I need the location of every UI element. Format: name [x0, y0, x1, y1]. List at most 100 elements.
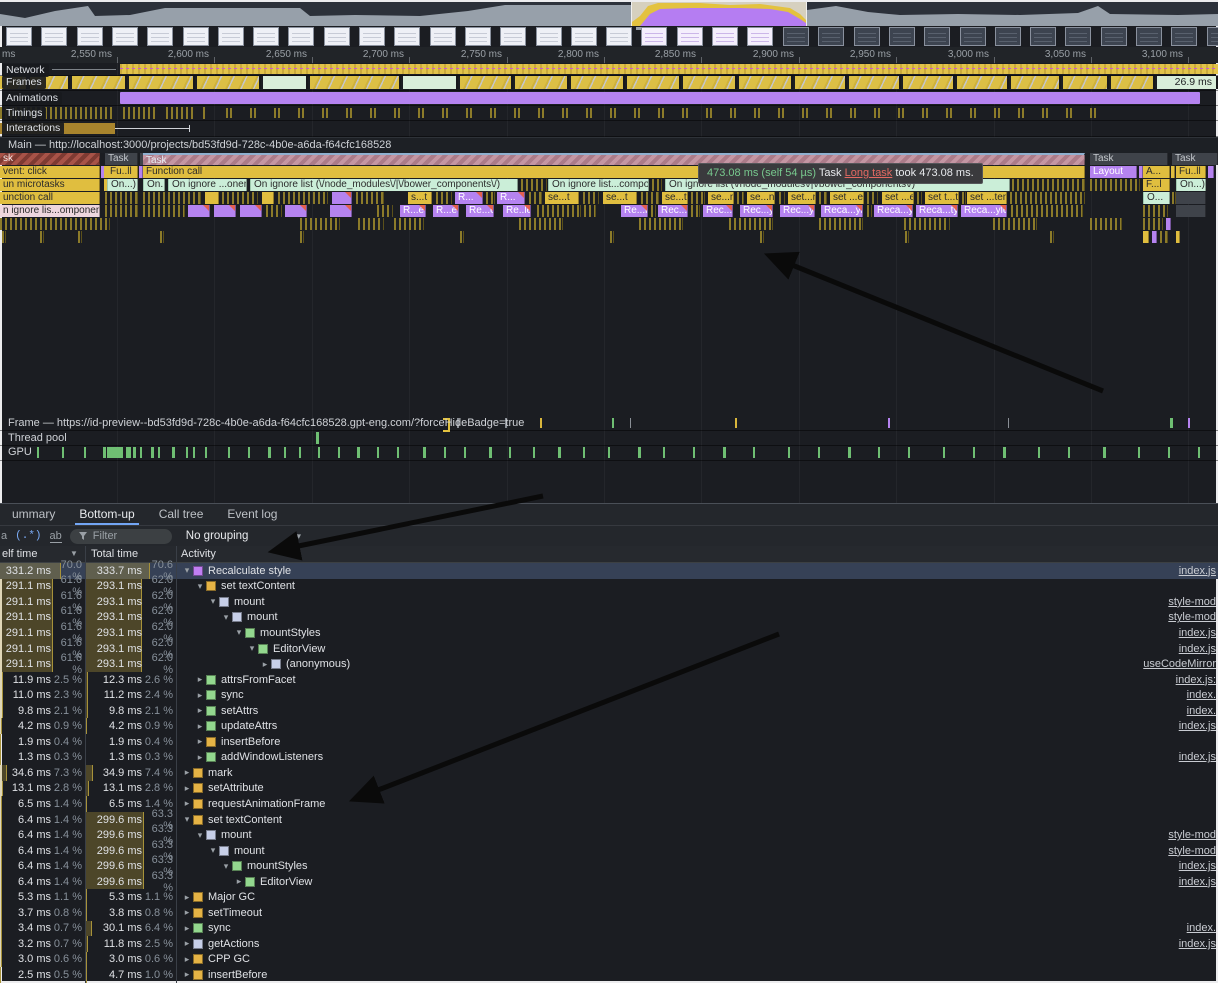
- flame-block[interactable]: [143, 205, 185, 217]
- expand-triangle-icon[interactable]: ▸: [181, 923, 193, 934]
- interactions-track[interactable]: Interactions: [0, 121, 1218, 137]
- flame-block[interactable]: [240, 205, 262, 217]
- expand-triangle-icon[interactable]: ▸: [194, 752, 206, 763]
- table-row[interactable]: 3.2 ms0.7 %11.8 ms2.5 %▸getActionsindex.…: [0, 936, 1218, 952]
- frame-cell[interactable]: [1063, 76, 1109, 89]
- sort-descending-icon[interactable]: ▼: [70, 549, 78, 558]
- frames-track-label[interactable]: Frames: [2, 76, 46, 89]
- table-row[interactable]: 5.3 ms1.1 %5.3 ms1.1 %▸Major GC: [0, 889, 1218, 905]
- flame-block-recayle[interactable]: Reca...yle: [874, 205, 913, 217]
- table-row[interactable]: 4.2 ms0.9 %4.2 ms0.9 %▸updateAttrsindex.…: [0, 718, 1218, 734]
- flame-block-settent[interactable]: set ...tent: [967, 192, 1007, 204]
- filmstrip-thumbnail[interactable]: [253, 27, 279, 46]
- table-row[interactable]: 6.4 ms1.4 %299.6 ms63.3 %▾set textConten…: [0, 812, 1218, 828]
- collapse-triangle-icon[interactable]: ▾: [233, 627, 245, 638]
- frame-cell[interactable]: [849, 76, 901, 89]
- filmstrip-thumbnail[interactable]: [924, 27, 950, 46]
- flame-block[interactable]: [1012, 179, 1085, 191]
- table-row[interactable]: 34.6 ms7.3 %34.9 ms7.4 %▸mark: [0, 765, 1218, 781]
- frame-cell[interactable]: [72, 76, 127, 89]
- flame-block-fl[interactable]: F...l: [1143, 179, 1170, 191]
- flame-block-recyle[interactable]: Rec...yle: [780, 205, 815, 217]
- flame-block[interactable]: [460, 231, 464, 243]
- source-link[interactable]: index.js: [1179, 860, 1216, 872]
- filmstrip-thumbnail[interactable]: [288, 27, 314, 46]
- filmstrip-thumbnail[interactable]: [430, 27, 456, 46]
- column-separator[interactable]: [176, 546, 177, 983]
- flame-block[interactable]: [436, 192, 452, 204]
- flame-block[interactable]: [222, 192, 258, 204]
- flame-block[interactable]: [78, 231, 82, 243]
- gpu-track[interactable]: GPU: [0, 445, 1218, 461]
- filmstrip-thumbnail[interactable]: [712, 27, 738, 46]
- source-link[interactable]: index.js: [1179, 876, 1216, 888]
- filmstrip-thumbnail[interactable]: [500, 27, 526, 46]
- match-case-icon[interactable]: a: [1, 530, 7, 542]
- expand-triangle-icon[interactable]: ▸: [181, 783, 193, 794]
- flame-block[interactable]: [1050, 231, 1054, 243]
- source-link[interactable]: index.js: [1179, 565, 1216, 577]
- table-row[interactable]: 331.2 ms70.0 %333.7 ms70.6 %▾Recalculate…: [0, 563, 1218, 579]
- flame-block[interactable]: [1011, 205, 1083, 217]
- thread-pool-track[interactable]: Thread pool: [0, 431, 1218, 446]
- column-total-time[interactable]: Total time: [91, 548, 138, 560]
- source-link[interactable]: index.js: [1179, 938, 1216, 950]
- table-row[interactable]: 13.1 ms2.8 %13.1 ms2.8 %▸setAttribute: [0, 781, 1218, 797]
- filmstrip-thumbnail[interactable]: [571, 27, 597, 46]
- flame-block[interactable]: [2, 231, 6, 243]
- flame-block[interactable]: [737, 192, 744, 204]
- timings-track[interactable]: Timings: [0, 106, 1218, 121]
- flame-block-sent[interactable]: se...nt: [747, 192, 775, 204]
- filmstrip-thumbnail[interactable]: [783, 27, 809, 46]
- flame-block[interactable]: [266, 205, 282, 217]
- source-link[interactable]: index.js: [1179, 720, 1216, 732]
- flame-block[interactable]: [377, 205, 393, 217]
- flame-block[interactable]: [760, 231, 764, 243]
- flame-block[interactable]: [905, 231, 909, 243]
- expand-triangle-icon[interactable]: ▸: [194, 690, 206, 701]
- flame-block[interactable]: [652, 179, 662, 191]
- tab-ummary[interactable]: ummary: [0, 504, 67, 525]
- cpu-overview-minimap[interactable]: [0, 2, 1218, 26]
- flame-block-task[interactable]: Task: [105, 153, 138, 165]
- expand-triangle-icon[interactable]: ▸: [181, 798, 193, 809]
- flame-block[interactable]: [330, 205, 352, 217]
- source-link[interactable]: index.js: [1179, 627, 1216, 639]
- flame-block[interactable]: [529, 192, 542, 204]
- flame-block[interactable]: [691, 205, 700, 217]
- flame-block-setnt[interactable]: set...nt: [788, 192, 816, 204]
- table-row[interactable]: 6.4 ms1.4 %299.6 ms63.3 %▾mountstyle-mod: [0, 827, 1218, 843]
- filmstrip-thumbnail[interactable]: [465, 27, 491, 46]
- flame-block[interactable]: [641, 192, 659, 204]
- frame-cell[interactable]: [903, 76, 955, 89]
- flame-block[interactable]: [1010, 192, 1085, 204]
- expand-triangle-icon[interactable]: ▸: [181, 954, 193, 965]
- frame-cell[interactable]: [515, 76, 569, 89]
- frame-cell[interactable]: [795, 76, 847, 89]
- flame-block[interactable]: [205, 192, 219, 204]
- flame-block-onignorelistcomponents[interactable]: On ignore list...components\/): [548, 179, 649, 191]
- source-link[interactable]: index.: [1187, 689, 1216, 701]
- frame-track[interactable]: Frame — https://id-preview--bd53fd9d-728…: [0, 416, 1218, 431]
- flame-block[interactable]: [1166, 218, 1171, 230]
- network-requests-bar[interactable]: [120, 64, 1218, 74]
- flame-block[interactable]: [300, 231, 304, 243]
- flame-block[interactable]: [537, 205, 581, 217]
- regex-icon[interactable]: (.*): [15, 530, 41, 542]
- flame-block-setent[interactable]: set ...ent: [830, 192, 864, 204]
- frame-cell[interactable]: [627, 76, 681, 89]
- flame-block-recyle[interactable]: Rec...yle: [740, 205, 773, 217]
- tab-bottom-up[interactable]: Bottom-up: [67, 504, 146, 525]
- flame-block[interactable]: [300, 218, 340, 230]
- flame-block-recayle[interactable]: Reca...yle: [961, 205, 1007, 217]
- filmstrip-thumbnail[interactable]: [1101, 27, 1127, 46]
- flame-block[interactable]: [1176, 231, 1180, 243]
- flame-block[interactable]: [691, 192, 705, 204]
- flame-block-set[interactable]: se...t: [603, 192, 637, 204]
- filmstrip-thumbnail[interactable]: [1136, 27, 1162, 46]
- expand-triangle-icon[interactable]: ▸: [181, 892, 193, 903]
- flame-block[interactable]: [332, 192, 352, 204]
- flame-block[interactable]: [0, 218, 110, 230]
- flame-block[interactable]: [285, 205, 307, 217]
- match-whole-word-icon[interactable]: ab: [50, 530, 62, 543]
